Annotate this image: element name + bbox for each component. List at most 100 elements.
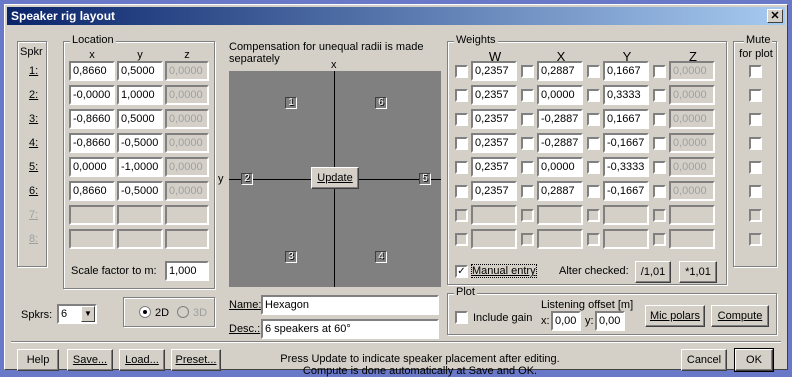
- weight-x-checkbox[interactable]: [521, 65, 534, 78]
- location-x-input[interactable]: 0,8660: [69, 181, 115, 201]
- location-y-input[interactable]: [117, 229, 163, 249]
- weight-z-input[interactable]: 0,0000: [669, 85, 715, 105]
- weight-y-checkbox[interactable]: [587, 185, 600, 198]
- preset-button[interactable]: Preset...: [171, 349, 221, 371]
- load-button[interactable]: Load...: [119, 349, 165, 371]
- manual-entry-checkbox[interactable]: ✓: [455, 265, 468, 278]
- weight-w-checkbox[interactable]: [455, 137, 468, 150]
- weight-x-input[interactable]: 0,2887: [537, 61, 583, 81]
- weight-z-checkbox[interactable]: [653, 233, 666, 246]
- weight-y-input[interactable]: -0,3333: [603, 157, 649, 177]
- weight-w-input[interactable]: [471, 229, 517, 249]
- weight-x-input[interactable]: -0,2887: [537, 133, 583, 153]
- weight-x-input[interactable]: 0,0000: [537, 85, 583, 105]
- weight-w-input[interactable]: 0,2357: [471, 181, 517, 201]
- close-icon[interactable]: ✕: [767, 9, 783, 23]
- weight-z-input[interactable]: 0,0000: [669, 181, 715, 201]
- weight-y-input[interactable]: 0,3333: [603, 85, 649, 105]
- location-x-input[interactable]: -0,8660: [69, 133, 115, 153]
- location-x-input[interactable]: 0,8660: [69, 61, 115, 81]
- weight-y-input[interactable]: [603, 205, 649, 225]
- mute-checkbox[interactable]: [749, 233, 762, 246]
- weight-x-checkbox[interactable]: [521, 137, 534, 150]
- location-z-input[interactable]: 0,0000: [165, 109, 209, 129]
- weight-y-checkbox[interactable]: [587, 65, 600, 78]
- desc-input[interactable]: 6 speakers at 60°: [261, 319, 439, 339]
- location-z-input[interactable]: 0,0000: [165, 181, 209, 201]
- location-z-input[interactable]: 0,0000: [165, 61, 209, 81]
- weight-w-input[interactable]: 0,2357: [471, 85, 517, 105]
- weight-w-checkbox[interactable]: [455, 113, 468, 126]
- location-x-input[interactable]: -0,8660: [69, 109, 115, 129]
- weight-z-input[interactable]: 0,0000: [669, 157, 715, 177]
- weight-w-input[interactable]: 0,2357: [471, 109, 517, 129]
- weight-x-checkbox[interactable]: [521, 161, 534, 174]
- mute-checkbox[interactable]: [749, 137, 762, 150]
- weight-x-checkbox[interactable]: [521, 233, 534, 246]
- weight-z-input[interactable]: [669, 229, 715, 249]
- location-y-input[interactable]: -0,5000: [117, 133, 163, 153]
- location-x-input[interactable]: 0,0000: [69, 157, 115, 177]
- weight-y-checkbox[interactable]: [587, 113, 600, 126]
- mode-2d-radio[interactable]: [139, 306, 151, 318]
- location-x-input[interactable]: [69, 229, 115, 249]
- weight-z-checkbox[interactable]: [653, 185, 666, 198]
- location-y-input[interactable]: [117, 205, 163, 225]
- weight-z-checkbox[interactable]: [653, 161, 666, 174]
- weight-x-input[interactable]: 0,2887: [537, 181, 583, 201]
- divide-weights-button[interactable]: /1,01: [635, 261, 671, 283]
- weight-y-input[interactable]: 0,1667: [603, 109, 649, 129]
- mute-checkbox[interactable]: [749, 113, 762, 126]
- compute-button[interactable]: Compute: [711, 305, 769, 327]
- weight-w-checkbox[interactable]: [455, 233, 468, 246]
- weight-z-input[interactable]: 0,0000: [669, 61, 715, 81]
- weight-z-checkbox[interactable]: [653, 137, 666, 150]
- location-y-input[interactable]: 0,5000: [117, 109, 163, 129]
- weight-y-input[interactable]: 0,1667: [603, 61, 649, 81]
- location-z-input[interactable]: [165, 229, 209, 249]
- mute-checkbox[interactable]: [749, 185, 762, 198]
- weight-x-checkbox[interactable]: [521, 89, 534, 102]
- weight-x-input[interactable]: 0,0000: [537, 157, 583, 177]
- mute-checkbox[interactable]: [749, 161, 762, 174]
- location-z-input[interactable]: [165, 205, 209, 225]
- weight-z-checkbox[interactable]: [653, 65, 666, 78]
- weight-y-checkbox[interactable]: [587, 233, 600, 246]
- location-y-input[interactable]: -0,5000: [117, 181, 163, 201]
- location-x-input[interactable]: [69, 205, 115, 225]
- mic-polars-button[interactable]: Mic polars: [645, 305, 705, 327]
- offset-y-input[interactable]: 0,00: [595, 311, 625, 331]
- scale-factor-input[interactable]: 1,000: [165, 261, 209, 281]
- include-gain-checkbox[interactable]: [455, 311, 468, 324]
- mute-checkbox[interactable]: [749, 209, 762, 222]
- name-input[interactable]: Hexagon: [261, 295, 439, 315]
- weight-y-checkbox[interactable]: [587, 137, 600, 150]
- mode-3d-radio[interactable]: [177, 306, 189, 318]
- multiply-weights-button[interactable]: *1,01: [679, 261, 717, 283]
- weight-x-checkbox[interactable]: [521, 209, 534, 222]
- mute-checkbox[interactable]: [749, 89, 762, 102]
- weight-y-input[interactable]: -0,1667: [603, 133, 649, 153]
- save-button[interactable]: Save...: [67, 349, 113, 371]
- update-button[interactable]: Update: [311, 167, 359, 189]
- weight-x-checkbox[interactable]: [521, 113, 534, 126]
- weight-z-checkbox[interactable]: [653, 113, 666, 126]
- weight-y-checkbox[interactable]: [587, 89, 600, 102]
- weight-z-checkbox[interactable]: [653, 209, 666, 222]
- mute-checkbox[interactable]: [749, 65, 762, 78]
- cancel-button[interactable]: Cancel: [681, 349, 727, 371]
- weight-x-input[interactable]: [537, 205, 583, 225]
- weight-y-checkbox[interactable]: [587, 209, 600, 222]
- offset-x-input[interactable]: 0,00: [551, 311, 581, 331]
- weight-y-input[interactable]: [603, 229, 649, 249]
- chevron-down-icon[interactable]: ▼: [81, 306, 95, 322]
- weight-x-input[interactable]: [537, 229, 583, 249]
- location-y-input[interactable]: 0,5000: [117, 61, 163, 81]
- weight-w-input[interactable]: 0,2357: [471, 61, 517, 81]
- weight-w-checkbox[interactable]: [455, 89, 468, 102]
- weight-z-input[interactable]: 0,0000: [669, 133, 715, 153]
- weight-z-input[interactable]: [669, 205, 715, 225]
- weight-w-checkbox[interactable]: [455, 185, 468, 198]
- help-button[interactable]: Help: [17, 349, 59, 371]
- weight-w-checkbox[interactable]: [455, 65, 468, 78]
